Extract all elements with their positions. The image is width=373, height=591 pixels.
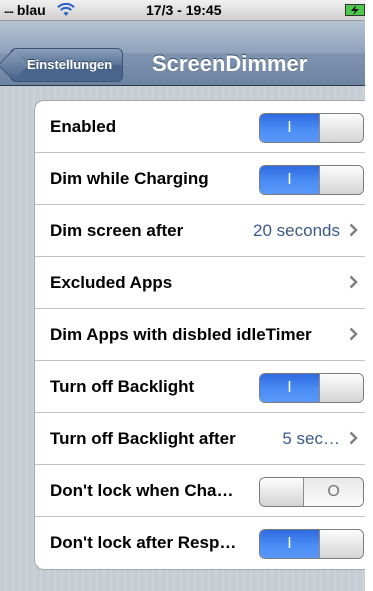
navigation-bar: Einstellungen ScreenDimmer xyxy=(0,21,365,86)
dont-lock-after-resp-toggle[interactable]: I xyxy=(259,529,364,559)
setting-label: Don't lock when Cha… xyxy=(50,481,234,500)
chevron-right-icon xyxy=(349,223,358,237)
page-margin xyxy=(365,0,373,591)
chevron-right-icon xyxy=(349,327,358,341)
page-title: ScreenDimmer xyxy=(152,51,308,76)
setting-row-dim-apps-idletimer[interactable]: Dim Apps with disbled idleTimer xyxy=(35,309,365,361)
signal-icon: ..... xyxy=(4,4,14,16)
dont-lock-charging-toggle[interactable]: O xyxy=(259,477,364,507)
setting-row-dont-lock-charging: Don't lock when Cha… O xyxy=(35,465,365,517)
battery-charging-icon xyxy=(345,4,365,16)
setting-label: Dim Apps with disbled idleTimer xyxy=(50,325,312,344)
chevron-right-icon xyxy=(349,275,358,289)
toggle-on-label: I xyxy=(260,530,319,558)
carrier-info: ..... blau xyxy=(4,2,75,18)
setting-value: 5 sec… xyxy=(282,429,340,448)
back-button-label: Einstellungen xyxy=(27,57,113,72)
status-bar: ..... blau 17/3 - 19:45 xyxy=(0,0,365,21)
dim-while-charging-toggle[interactable]: I xyxy=(259,165,364,195)
chevron-right-icon xyxy=(349,431,358,445)
setting-label: Dim screen after xyxy=(50,221,184,240)
setting-row-dont-lock-after-resp: Don't lock after Resp… I xyxy=(35,517,365,569)
toggle-on-label: I xyxy=(260,114,319,142)
settings-group: Enabled I Dim while Charging I Dim scree… xyxy=(34,100,365,570)
setting-row-dim-screen-after[interactable]: Dim screen after 20 seconds xyxy=(35,205,365,257)
toggle-on-label: I xyxy=(260,166,319,194)
enabled-toggle[interactable]: I xyxy=(259,113,364,143)
setting-label: Turn off Backlight after xyxy=(50,429,236,448)
toggle-knob xyxy=(318,530,363,558)
toggle-knob xyxy=(318,114,363,142)
toggle-knob xyxy=(260,478,305,506)
toggle-knob xyxy=(318,374,363,402)
setting-label: Don't lock after Resp… xyxy=(50,533,237,552)
setting-row-excluded-apps[interactable]: Excluded Apps xyxy=(35,257,365,309)
toggle-off-label: O xyxy=(304,478,363,506)
setting-value: 20 seconds xyxy=(253,221,340,240)
setting-row-turn-off-backlight: Turn off Backlight I xyxy=(35,361,365,413)
status-time: 17/3 - 19:45 xyxy=(146,2,222,18)
carrier-name: blau xyxy=(16,2,46,18)
turn-off-backlight-toggle[interactable]: I xyxy=(259,373,364,403)
setting-label: Enabled xyxy=(50,117,117,136)
back-button[interactable]: Einstellungen xyxy=(10,48,124,82)
setting-row-dim-while-charging: Dim while Charging I xyxy=(35,153,365,205)
toggle-on-label: I xyxy=(260,374,319,402)
setting-label: Excluded Apps xyxy=(50,273,173,292)
settings-screen: ..... blau 17/3 - 19:45 Einstellungen Sc… xyxy=(0,0,365,591)
setting-row-backlight-after[interactable]: Turn off Backlight after 5 sec… xyxy=(35,413,365,465)
setting-row-enabled: Enabled I xyxy=(35,101,365,153)
setting-label: Turn off Backlight xyxy=(50,377,195,396)
toggle-knob xyxy=(318,166,363,194)
setting-label: Dim while Charging xyxy=(50,169,209,188)
wifi-icon xyxy=(56,3,75,16)
